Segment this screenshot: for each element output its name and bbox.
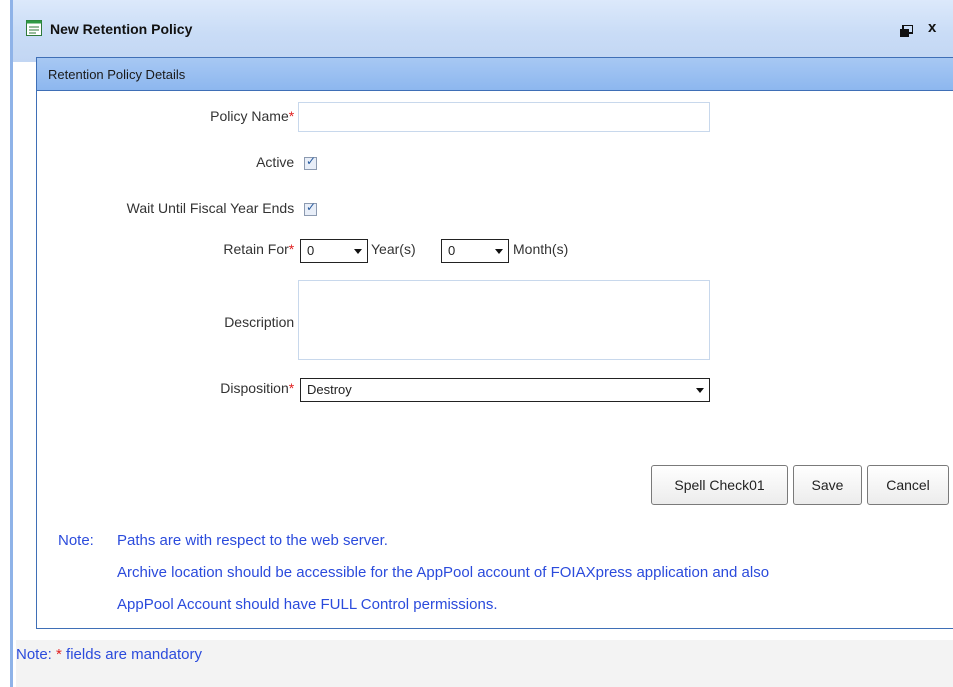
policy-name-input[interactable] xyxy=(298,102,710,132)
months-suffix: Month(s) xyxy=(513,241,569,257)
close-icon[interactable]: x xyxy=(928,20,936,36)
retain-for-label: Retain For* : xyxy=(223,241,308,257)
note-line-1: Paths are with respect to the web server… xyxy=(117,532,388,549)
checkmark-icon: ✓ xyxy=(306,154,317,168)
disposition-label: Disposition* : xyxy=(220,380,308,396)
wait-fiscal-checkbox[interactable]: ✓ xyxy=(304,200,317,216)
policy-name-label: Policy Name* : xyxy=(210,108,308,124)
description-textarea[interactable] xyxy=(298,280,710,360)
months-select[interactable]: 0 xyxy=(441,239,509,263)
note-prefix: Note: xyxy=(58,532,94,549)
spell-check-button[interactable]: Spell Check01 xyxy=(651,465,788,505)
title-bar[interactable]: New Retention Policy x xyxy=(13,0,953,62)
cancel-button[interactable]: Cancel xyxy=(867,465,949,505)
retention-policy-panel: Retention Policy Details Policy Name* : … xyxy=(36,57,953,629)
active-label: Active : xyxy=(256,154,308,170)
note-line-3: AppPool Account should have FULL Control… xyxy=(117,596,498,613)
checkmark-icon: ✓ xyxy=(306,200,317,214)
chevron-down-icon xyxy=(696,388,704,393)
form-icon xyxy=(26,20,42,36)
mandatory-note: Note: * fields are mandatory xyxy=(16,646,202,663)
dialog-window: New Retention Policy x Retention Policy … xyxy=(10,0,953,687)
description-label: Description : xyxy=(224,314,308,330)
wait-fiscal-label: Wait Until Fiscal Year Ends : xyxy=(126,200,308,216)
footer-bar: Note: * fields are mandatory xyxy=(16,640,953,687)
window-title: New Retention Policy xyxy=(50,21,193,37)
chevron-down-icon xyxy=(495,249,503,254)
years-select[interactable]: 0 xyxy=(300,239,368,263)
panel-header: Retention Policy Details xyxy=(37,58,953,91)
restore-icon[interactable] xyxy=(900,25,913,37)
disposition-select[interactable]: Destroy xyxy=(300,378,710,402)
note-line-2: Archive location should be accessible fo… xyxy=(117,564,770,581)
save-button[interactable]: Save xyxy=(793,465,862,505)
active-checkbox[interactable]: ✓ xyxy=(304,154,317,170)
chevron-down-icon xyxy=(354,249,362,254)
years-suffix: Year(s) xyxy=(371,241,416,257)
